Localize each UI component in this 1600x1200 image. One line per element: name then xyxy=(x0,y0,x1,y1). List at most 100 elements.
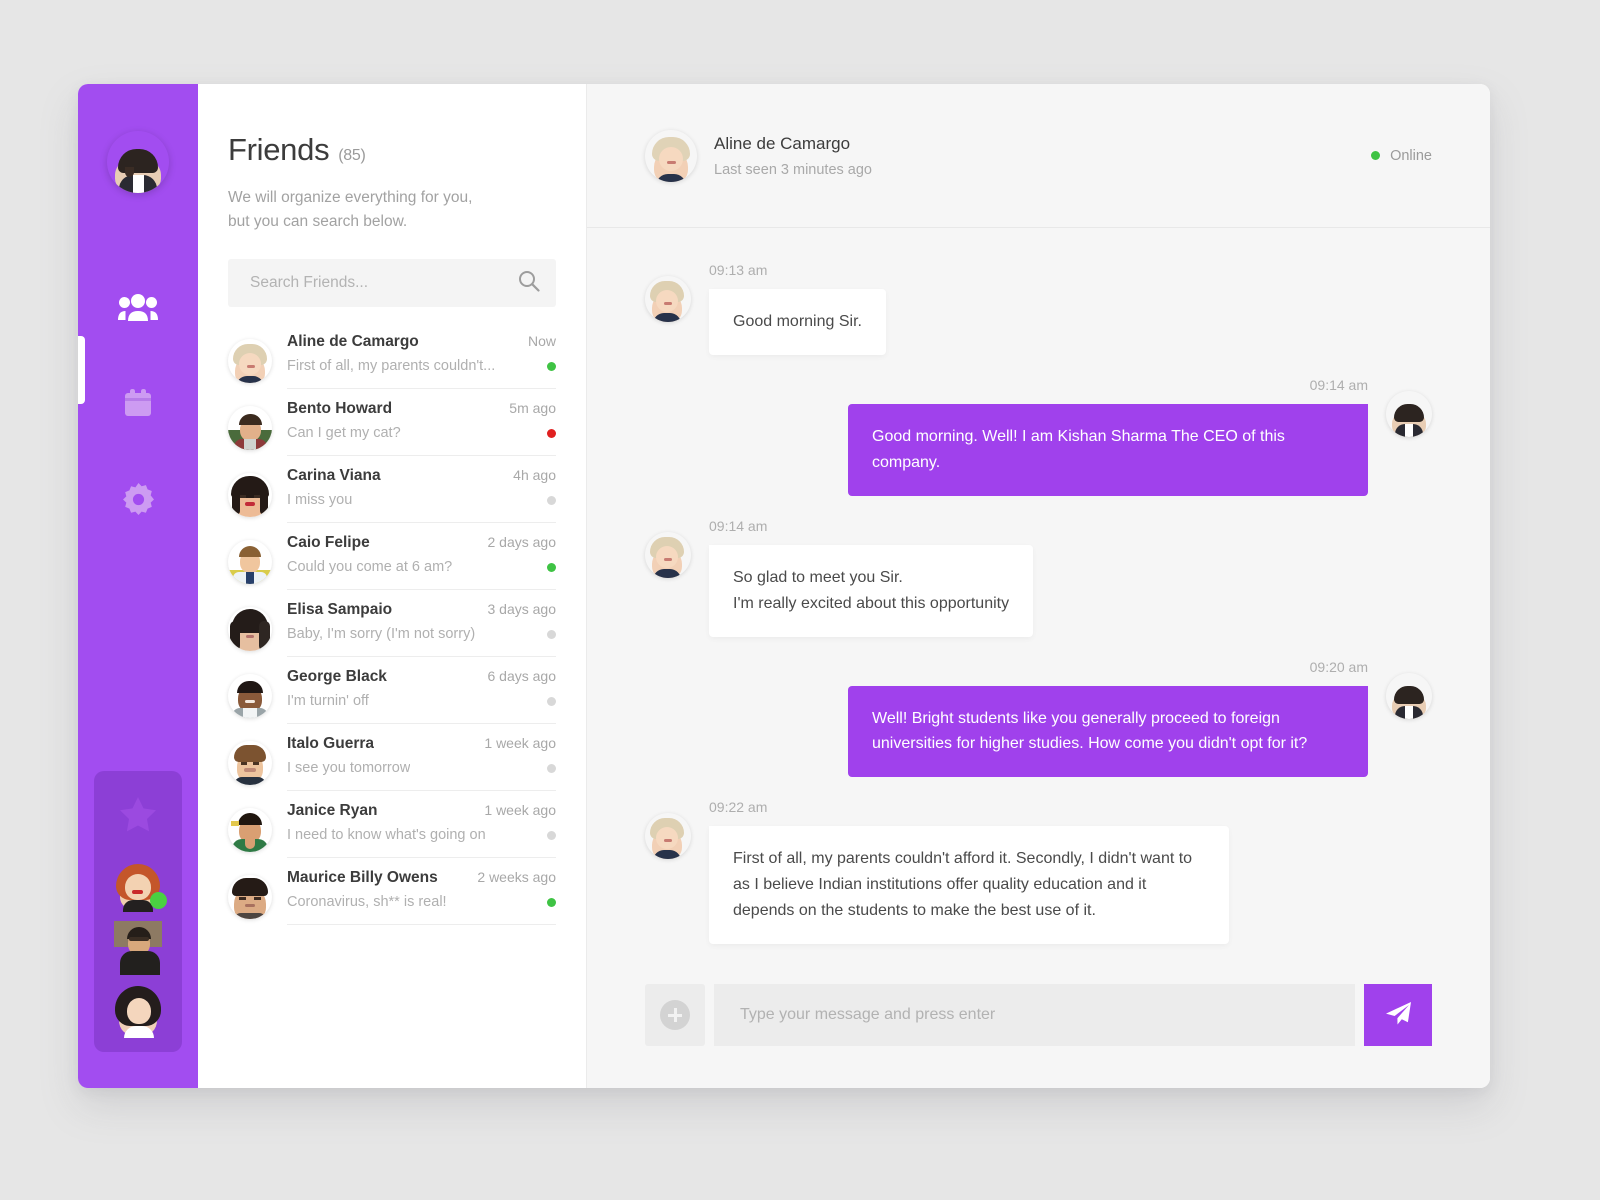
sidebar-item-settings[interactable] xyxy=(112,475,164,523)
favorite-contact-1[interactable] xyxy=(110,854,167,912)
list-item[interactable]: Elisa Sampaio 3 days ago Baby, I'm sorry (… xyxy=(228,601,556,668)
friend-name: George Black xyxy=(287,668,387,686)
list-item[interactable]: Janice Ryan 1 week ago I need to know what… xyxy=(228,802,556,869)
friend-last-message: I see you tomorrow xyxy=(287,760,411,777)
friend-name: Carina Viana xyxy=(287,467,381,485)
list-item-body: Carina Viana 4h ago I miss you xyxy=(287,467,556,524)
settings-gear-icon xyxy=(122,482,155,516)
status-dot-offline xyxy=(547,763,556,773)
list-item-preview: I'm turnin' off xyxy=(287,693,556,709)
list-item-body: Aline de Camargo Now First of all, my pare… xyxy=(287,333,556,390)
friend-time: 6 days ago xyxy=(487,668,557,685)
chat-app-window: Friends (85) We will organize everything… xyxy=(78,84,1490,1088)
message-outgoing: 09:14 am Good morning. Well! I am Kishan … xyxy=(645,377,1432,496)
favorites-panel xyxy=(94,771,182,1052)
message-composer xyxy=(587,984,1490,1088)
message-incoming: 09:13 am Good morning Sir. xyxy=(645,262,1432,355)
list-item-preview: I see you tomorrow xyxy=(287,760,556,776)
list-item-preview: Could you come at 6 am? xyxy=(287,559,556,575)
status-dot-online xyxy=(547,361,556,371)
friend-name: Maurice Billy Owens xyxy=(287,869,438,887)
avatar xyxy=(645,276,691,322)
favorite-contact-3[interactable] xyxy=(110,980,166,1038)
friend-time: 2 weeks ago xyxy=(477,869,556,886)
friend-last-message: Baby, I'm sorry (I'm not sorry) xyxy=(287,626,476,643)
calendar-icon xyxy=(122,387,154,419)
list-item[interactable]: Italo Guerra 1 week ago I see you tomorrow xyxy=(228,735,556,802)
message-outgoing: 09:20 am Well! Bright students like you g… xyxy=(645,659,1432,778)
friend-name: Bento Howard xyxy=(287,400,393,418)
status-dot-online xyxy=(150,892,167,909)
avatar xyxy=(1386,673,1432,719)
list-item[interactable]: Caio Felipe 2 days ago Could you come at 6… xyxy=(228,534,556,601)
status-dot-offline xyxy=(547,629,556,639)
list-item-body: Maurice Billy Owens 2 weeks ago Coronaviru… xyxy=(287,869,556,926)
avatar xyxy=(1386,391,1432,437)
friends-list: Aline de Camargo Now First of all, my pare… xyxy=(228,333,556,936)
star-icon xyxy=(119,796,157,837)
friend-last-message: I'm turnin' off xyxy=(287,693,369,710)
message-timestamp: 09:20 am xyxy=(1309,658,1368,675)
list-item-header: George Black 6 days ago xyxy=(287,668,556,686)
avatar xyxy=(645,532,691,578)
list-item-body: Elisa Sampaio 3 days ago Baby, I'm sorry (… xyxy=(287,601,556,658)
search-icon[interactable] xyxy=(518,270,540,297)
avatar xyxy=(228,875,272,920)
message-timestamp: 09:14 am xyxy=(709,517,768,534)
message-bubble[interactable]: Good morning. Well! I am Kishan Sharma T… xyxy=(848,403,1368,496)
friend-time: Now xyxy=(527,333,556,350)
sidebar-item-calendar[interactable] xyxy=(112,379,164,427)
list-item[interactable]: Carina Viana 4h ago I miss you xyxy=(228,467,556,534)
message-bubble[interactable]: Well! Bright students like you generally… xyxy=(848,685,1368,778)
favorites-star-button[interactable] xyxy=(94,785,182,847)
active-nav-indicator xyxy=(78,336,85,404)
sidebar-item-friends[interactable] xyxy=(112,283,164,331)
friend-name: Elisa Sampaio xyxy=(287,601,393,619)
message-incoming: 09:22 am First of all, my parents couldn'… xyxy=(645,799,1432,945)
friend-time: 4h ago xyxy=(513,467,556,484)
search-input[interactable] xyxy=(250,274,518,293)
list-item-header: Elisa Sampaio 3 days ago xyxy=(287,601,556,619)
message-column: 09:20 am Well! Bright students like you g… xyxy=(848,659,1368,778)
avatar xyxy=(228,540,272,585)
message-input[interactable] xyxy=(714,984,1355,1046)
current-user-avatar[interactable] xyxy=(107,131,169,193)
status-dot-offline xyxy=(547,830,556,840)
friend-last-message: Can I get my cat? xyxy=(287,425,401,442)
message-incoming: 09:14 am So glad to meet you Sir. I'm rea… xyxy=(645,518,1432,637)
send-button[interactable] xyxy=(1364,984,1432,1046)
friends-list-panel: Friends (85) We will organize everything… xyxy=(198,84,587,1088)
friend-time: 1 week ago xyxy=(484,802,556,819)
friend-time: 2 days ago xyxy=(487,534,557,551)
message-bubble[interactable]: Good morning Sir. xyxy=(709,289,886,355)
friend-name: Italo Guerra xyxy=(287,735,374,753)
list-item-header: Aline de Camargo Now xyxy=(287,333,556,351)
message-bubble[interactable]: So glad to meet you Sir. I'm really exci… xyxy=(709,544,1034,637)
list-item-preview: Coronavirus, sh** is real! xyxy=(287,894,556,910)
friend-time: 3 days ago xyxy=(487,601,557,618)
message-timestamp: 09:13 am xyxy=(709,262,768,278)
status-label: Online xyxy=(1390,147,1432,164)
chat-contact-avatar[interactable] xyxy=(645,130,697,182)
status-dot-offline xyxy=(547,696,556,706)
message-bubble[interactable]: First of all, my parents couldn't afford… xyxy=(709,826,1229,945)
friend-last-message: First of all, my parents couldn't... xyxy=(287,358,496,375)
list-item[interactable]: Maurice Billy Owens 2 weeks ago Coronaviru… xyxy=(228,869,556,936)
primary-sidebar xyxy=(78,84,198,1088)
friend-time: 1 week ago xyxy=(484,735,556,752)
friend-last-message: I need to know what's going on xyxy=(287,827,486,844)
avatar xyxy=(228,473,272,518)
list-item[interactable]: George Black 6 days ago I'm turnin' off xyxy=(228,668,556,735)
friend-time: 5m ago xyxy=(509,400,556,417)
list-item[interactable]: Bento Howard 5m ago Can I get my cat? xyxy=(228,400,556,467)
sidebar-nav xyxy=(112,283,164,523)
list-item[interactable]: Aline de Camargo Now First of all, my pare… xyxy=(228,333,556,400)
status-dot-offline xyxy=(547,495,556,505)
message-timestamp: 09:22 am xyxy=(709,799,768,816)
search-friends-box[interactable] xyxy=(228,259,556,308)
attach-button[interactable] xyxy=(645,984,705,1046)
status-dot-online xyxy=(1371,151,1381,160)
list-item-preview: I miss you xyxy=(287,492,556,508)
avatar xyxy=(645,813,691,860)
favorite-contact-2[interactable] xyxy=(110,917,166,975)
